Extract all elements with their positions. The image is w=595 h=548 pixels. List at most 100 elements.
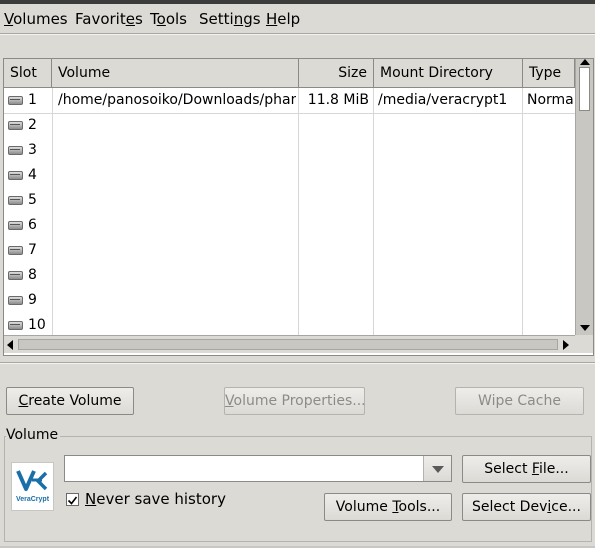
mount-directory (378, 188, 520, 213)
volume-size (299, 163, 369, 188)
slot-number: 1 (28, 92, 37, 108)
slot-number: 7 (28, 242, 37, 258)
menu-bar: Volumes Favorites Tools Settings Help (0, 4, 595, 34)
volume-group (4, 436, 592, 542)
mount-directory (378, 213, 520, 238)
table-row[interactable]: 7 (4, 238, 575, 263)
table-row[interactable]: 1/home/panosoiko/Downloads/phan... 11.8 M… (4, 88, 575, 113)
mount-directory (378, 263, 520, 288)
slot-number: 3 (28, 142, 37, 158)
horizontal-scrollbar[interactable] (4, 335, 593, 353)
table-row[interactable]: 5 (4, 188, 575, 213)
volume-size (299, 263, 369, 288)
table-row[interactable]: 4 (4, 163, 575, 188)
volume-size (299, 288, 369, 313)
table-row[interactable]: 9 (4, 288, 575, 313)
menu-help[interactable]: Help (266, 10, 300, 28)
volume-properties-button[interactable]: Volume Properties... (224, 387, 366, 415)
volume-type (527, 238, 575, 263)
volume-path (58, 163, 296, 188)
volume-path-combobox[interactable] (64, 455, 452, 482)
volume-path (58, 138, 296, 163)
veracrypt-logo: VeraCrypt (11, 462, 54, 511)
volume-type (527, 113, 575, 138)
volume-type (527, 138, 575, 163)
never-save-history-checkbox[interactable] (66, 493, 79, 506)
menu-separator-highlight (0, 34, 595, 35)
slot-number: 9 (28, 292, 37, 308)
column-header-type[interactable]: Type (523, 59, 575, 88)
slot-number: 8 (28, 267, 37, 283)
list-separator-highlight (0, 363, 595, 364)
volume-size (299, 113, 369, 138)
horizontal-scroll-thumb[interactable] (18, 339, 558, 350)
column-header-slot[interactable]: Slot (4, 59, 52, 88)
scroll-left-arrow-icon[interactable] (7, 340, 13, 350)
mount-directory (378, 238, 520, 263)
table-row[interactable]: 8 (4, 263, 575, 288)
scroll-up-arrow-icon[interactable] (580, 59, 590, 65)
create-volume-button[interactable]: Create Volume (6, 387, 134, 415)
drive-icon (8, 296, 23, 305)
vertical-scrollbar[interactable] (575, 59, 593, 335)
column-header-mount-directory[interactable]: Mount Directory (374, 59, 523, 88)
chevron-down-icon (432, 466, 444, 473)
volume-size (299, 138, 369, 163)
slot-list[interactable]: Slot Volume Size Mount Directory Type 1/… (3, 58, 594, 356)
slot-number: 2 (28, 117, 37, 133)
mount-directory (378, 138, 520, 163)
volume-type (527, 188, 575, 213)
drive-icon (8, 96, 23, 105)
volume-size (299, 238, 369, 263)
menu-favorites[interactable]: Favorites (75, 10, 143, 28)
menu-volumes[interactable]: Volumes (4, 10, 68, 28)
checkmark-icon (67, 496, 78, 505)
volume-type (527, 163, 575, 188)
drive-icon (8, 171, 23, 180)
scroll-right-arrow-icon[interactable] (563, 340, 569, 350)
never-save-history-label[interactable]: Never save history (85, 490, 226, 508)
volume-type (527, 263, 575, 288)
scrollbar-corner (575, 335, 593, 353)
volume-group-label: Volume (6, 427, 59, 443)
select-device-button[interactable]: Select Device... (462, 493, 591, 521)
volume-path (58, 288, 296, 313)
volume-type: Norma (527, 92, 574, 108)
mount-directory (378, 163, 520, 188)
select-file-button[interactable]: Select File... (462, 455, 591, 483)
drive-icon (8, 146, 23, 155)
slot-number: 4 (28, 167, 37, 183)
table-row[interactable]: 3 (4, 138, 575, 163)
drive-icon (8, 271, 23, 280)
column-header-volume[interactable]: Volume (52, 59, 299, 88)
scroll-down-arrow-icon[interactable] (580, 325, 590, 331)
menu-tools[interactable]: Tools (150, 10, 187, 28)
volume-path (58, 188, 296, 213)
drive-icon (8, 321, 23, 330)
volume-size: 11.8 MiB (307, 92, 369, 108)
volume-path (58, 263, 296, 288)
menu-settings[interactable]: Settings (199, 10, 261, 28)
slot-number: 5 (28, 192, 37, 208)
drive-icon (8, 121, 23, 130)
mount-directory (378, 288, 520, 313)
column-header-size[interactable]: Size (299, 59, 374, 88)
wipe-cache-button[interactable]: Wipe Cache (455, 387, 584, 415)
drive-icon (8, 196, 23, 205)
volume-type (527, 288, 575, 313)
drive-icon (8, 246, 23, 255)
volume-path (58, 113, 296, 138)
vertical-scroll-thumb[interactable] (579, 67, 590, 111)
mount-directory (378, 113, 520, 138)
volume-size (299, 188, 369, 213)
volume-size (299, 213, 369, 238)
table-row[interactable]: 2 (4, 113, 575, 138)
volume-type (527, 213, 575, 238)
volume-path-dropdown-button[interactable] (423, 456, 451, 481)
table-row[interactable]: 6 (4, 213, 575, 238)
drive-icon (8, 221, 23, 230)
volume-path (58, 213, 296, 238)
volume-tools-button[interactable]: Volume Tools... (324, 493, 452, 521)
volume-path: /home/panosoiko/Downloads/phan... (58, 92, 296, 108)
mount-directory: /media/veracrypt1 (378, 92, 508, 108)
